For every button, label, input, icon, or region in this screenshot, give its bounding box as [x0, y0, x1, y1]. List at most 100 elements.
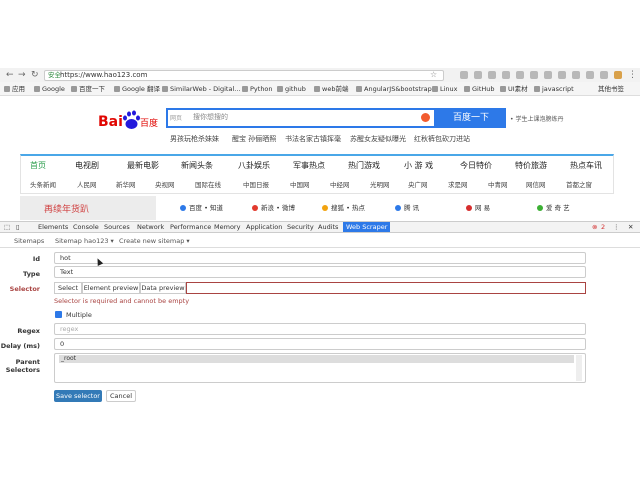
- extension-icon[interactable]: [600, 71, 608, 79]
- devtools-menu-icon[interactable]: ⋮: [613, 222, 620, 232]
- extension-icon[interactable]: [558, 71, 566, 79]
- devtools-tab[interactable]: Console: [73, 222, 99, 232]
- extension-icon[interactable]: [586, 71, 594, 79]
- search-button[interactable]: 百度一下: [436, 108, 506, 128]
- hot-search-link[interactable]: 书法名家古镇挥毫: [285, 134, 341, 144]
- delay-input[interactable]: 0: [54, 338, 586, 350]
- nav-link[interactable]: 新闻头条: [181, 160, 213, 171]
- nav-sub-link[interactable]: 首都之窗: [566, 179, 592, 189]
- extension-icon[interactable]: [572, 71, 580, 79]
- nav-link[interactable]: 首页: [30, 160, 46, 171]
- nav-sub-link[interactable]: 中国日报: [243, 179, 269, 189]
- site-link[interactable]: 百度 • 知道: [180, 202, 223, 212]
- nav-sub-link[interactable]: 中经网: [330, 179, 350, 189]
- inspect-icon[interactable]: ⬚: [4, 222, 10, 232]
- bookmark-item[interactable]: 应用: [4, 85, 25, 93]
- site-link[interactable]: 腾 讯: [395, 202, 419, 212]
- nav-sub-link[interactable]: 人民网: [77, 179, 97, 189]
- bookmark-item[interactable]: web前端: [314, 85, 348, 93]
- bookmark-item[interactable]: Google 翻译: [114, 85, 160, 93]
- devtools-tab-web-scraper[interactable]: Web Scraper: [343, 222, 391, 232]
- nav-sub-link[interactable]: 中国网: [290, 179, 310, 189]
- extension-icon[interactable]: [530, 71, 538, 79]
- nav-sub-link[interactable]: 央广网: [408, 179, 428, 189]
- extension-icon[interactable]: [544, 71, 552, 79]
- devtools-tab[interactable]: Security: [287, 222, 314, 232]
- close-icon[interactable]: ✕: [628, 222, 633, 232]
- hot-search-link[interactable]: 男孩玩枪杀妹妹: [170, 134, 219, 144]
- id-input[interactable]: hot: [54, 252, 586, 264]
- baidu-logo[interactable]: Bai 百度: [98, 108, 160, 132]
- bookmark-item[interactable]: Google: [34, 85, 65, 93]
- star-icon[interactable]: ☆: [430, 70, 437, 79]
- site-link[interactable]: 新浪 • 微博: [252, 202, 295, 212]
- hot-search-link[interactable]: 醒宝 孙俪晒照: [232, 134, 276, 144]
- site-link[interactable]: 搜狐 • 热点: [322, 202, 365, 212]
- bookmark-item[interactable]: 其他书签: [598, 85, 624, 93]
- device-icon[interactable]: ▯: [16, 222, 20, 232]
- extension-icon[interactable]: [474, 71, 482, 79]
- sitemap-dropdown[interactable]: Sitemap hao123 ▾: [55, 237, 114, 245]
- nav-link[interactable]: 热门游戏: [348, 160, 380, 171]
- save-selector-button[interactable]: Save selector: [54, 390, 102, 402]
- nav-link[interactable]: 特价旅游: [515, 160, 547, 171]
- nav-link[interactable]: 电视剧: [75, 160, 99, 171]
- create-sitemap-dropdown[interactable]: Create new sitemap ▾: [119, 237, 190, 245]
- list-scrollbar[interactable]: [576, 355, 582, 381]
- extension-icon[interactable]: [460, 71, 468, 79]
- type-select[interactable]: Text: [54, 266, 586, 278]
- forward-icon[interactable]: →: [18, 70, 26, 80]
- search-tab[interactable]: 网页: [170, 113, 182, 122]
- bookmark-item[interactable]: GitHub: [464, 85, 495, 93]
- nav-sub-link[interactable]: 中青网: [488, 179, 508, 189]
- nav-sub-link[interactable]: 央视网: [155, 179, 175, 189]
- parent-option-root[interactable]: _root: [59, 355, 574, 363]
- nav-sub-link[interactable]: 网信网: [526, 179, 546, 189]
- multiple-checkbox[interactable]: [55, 311, 62, 318]
- devtools-tab[interactable]: Performance: [170, 222, 211, 232]
- extension-icon[interactable]: [502, 71, 510, 79]
- bookmark-item[interactable]: github: [277, 85, 306, 93]
- element-preview-button[interactable]: Element preview: [82, 282, 140, 294]
- hot-search-link[interactable]: 红秋裤包砍刀进站: [414, 134, 470, 144]
- sitemaps-link[interactable]: Sitemaps: [14, 237, 44, 245]
- extension-icon[interactable]: [488, 71, 496, 79]
- extension-icon[interactable]: [516, 71, 524, 79]
- devtools-tab[interactable]: Sources: [104, 222, 130, 232]
- side-link[interactable]: • 学生上课泡膀练丹: [510, 114, 563, 123]
- bookmark-item[interactable]: 百度一下: [71, 85, 105, 93]
- regex-input[interactable]: regex: [54, 323, 586, 335]
- extension-icon[interactable]: [614, 71, 622, 79]
- nav-link[interactable]: 八卦娱乐: [238, 160, 270, 171]
- data-preview-button[interactable]: Data preview: [140, 282, 186, 294]
- bookmark-item[interactable]: javascript: [534, 85, 574, 93]
- bookmark-item[interactable]: UI素材: [500, 85, 528, 93]
- devtools-tab[interactable]: Application: [246, 222, 282, 232]
- back-icon[interactable]: ←: [6, 70, 14, 80]
- cancel-button[interactable]: Cancel: [106, 390, 136, 402]
- error-icon[interactable]: ⊗: [592, 222, 597, 232]
- nav-sub-link[interactable]: 新华网: [116, 179, 136, 189]
- reload-icon[interactable]: ↻: [31, 70, 39, 80]
- microphone-icon[interactable]: [421, 113, 430, 122]
- bookmark-item[interactable]: Linux: [432, 85, 458, 93]
- nav-link[interactable]: 最新电影: [127, 160, 159, 171]
- nav-link[interactable]: 热点车讯: [570, 160, 602, 171]
- nav-link[interactable]: 军事热点: [293, 160, 325, 171]
- nav-link[interactable]: 今日特价: [460, 160, 492, 171]
- nav-link[interactable]: 小 游 戏: [404, 160, 433, 171]
- site-link[interactable]: 网 易: [466, 202, 490, 212]
- bookmark-item[interactable]: AngularJS&bootstrap: [356, 85, 432, 93]
- devtools-tab[interactable]: Network: [137, 222, 164, 232]
- select-button[interactable]: Select: [54, 282, 82, 294]
- menu-icon[interactable]: ⋮: [628, 70, 637, 80]
- nav-sub-link[interactable]: 光明网: [370, 179, 390, 189]
- nav-sub-link[interactable]: 国际在线: [195, 179, 221, 189]
- site-link[interactable]: 爱 奇 艺: [537, 202, 570, 212]
- nav-sub-link[interactable]: 求是网: [448, 179, 468, 189]
- bookmark-item[interactable]: Python: [242, 85, 273, 93]
- hot-search-link[interactable]: 苏醒女友疑似曝光: [350, 134, 406, 144]
- bookmark-item[interactable]: SimilarWeb - Digital...: [162, 85, 240, 93]
- devtools-tab[interactable]: Memory: [214, 222, 240, 232]
- search-input[interactable]: 搜你想搜的: [193, 112, 228, 122]
